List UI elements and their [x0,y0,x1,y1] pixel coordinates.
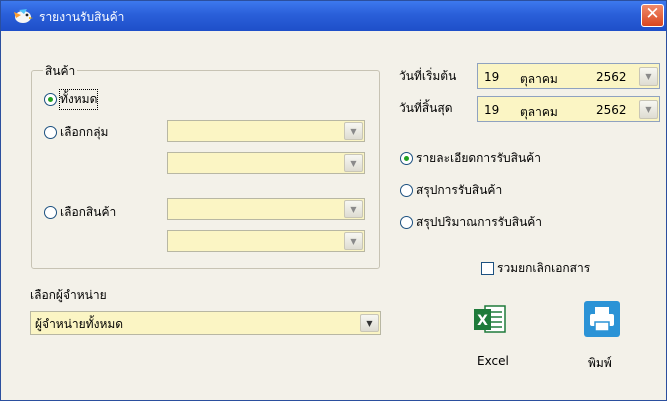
supplier-value: ผู้จำหน่ายทั้งหมด [35,317,124,331]
chevron-down-icon[interactable]: ▼ [639,100,658,119]
print-label: พิมพ์ [588,356,612,370]
end-date-label: วันที่สิ้นสุด [399,101,453,115]
end-date-picker[interactable]: 19 ตุลาคม 2562 ▼ [477,96,660,122]
radio-detail-label: รายละเอียดการรับสินค้า [416,151,541,165]
excel-button[interactable]: X Excel [471,301,521,371]
chevron-down-icon[interactable]: ▼ [344,200,363,218]
radio-group-label: เลือกกลุ่ม [60,125,109,139]
radio-select-product[interactable]: เลือกสินค้า [44,203,116,222]
chevron-down-icon[interactable]: ▼ [344,232,363,250]
radio-select-group[interactable]: เลือกกลุ่ม [44,123,108,142]
radio-detail-indicator[interactable] [400,152,413,165]
end-month: ตุลาคม [520,105,558,119]
end-year: 2562 [596,103,627,117]
print-button[interactable]: พิมพ์ [584,301,634,371]
app-bird-icon [14,9,33,23]
supplier-label: เลือกผู้จำหน่าย [30,288,107,302]
excel-icon: X [474,305,506,333]
radio-all-indicator[interactable] [44,93,57,106]
close-icon: ✕ [645,4,660,24]
group-combo-2[interactable]: ▼ [167,152,365,174]
radio-quantity-label: สรุปปริมาณการรับสินค้า [416,215,543,229]
chevron-down-icon[interactable]: ▼ [360,314,379,332]
radio-summary-label: สรุปการรับสินค้า [416,183,503,197]
product-combo-2[interactable]: ▼ [167,230,365,252]
radio-report-summary[interactable]: สรุปการรับสินค้า [400,181,502,200]
chevron-down-icon[interactable]: ▼ [639,67,658,86]
radio-product-label: เลือกสินค้า [60,205,117,219]
radio-report-quantity[interactable]: สรุปปริมาณการรับสินค้า [400,213,542,232]
start-date-picker[interactable]: 19 ตุลาคม 2562 ▼ [477,63,660,89]
checkbox-box[interactable] [481,262,494,275]
radio-summary-indicator[interactable] [400,184,413,197]
start-day: 19 [484,70,500,84]
radio-group-indicator[interactable] [44,126,57,139]
report-window: รายงานรับสินค้า ✕ สินค้า ทั้งหมด เลือกกล… [0,0,667,401]
end-day: 19 [484,103,500,117]
include-cancelled-label: รวมยกเลิกเอกสาร [497,261,591,275]
chevron-down-icon[interactable]: ▼ [344,154,363,172]
svg-text:X: X [477,313,488,329]
radio-report-detail[interactable]: รายละเอียดการรับสินค้า [400,149,541,168]
close-button[interactable]: ✕ [641,4,664,27]
radio-quantity-indicator[interactable] [400,216,413,229]
start-month: ตุลาคม [520,72,558,86]
title-bar[interactable]: รายงานรับสินค้า ✕ [1,1,666,31]
window-title: รายงานรับสินค้า [39,10,125,24]
radio-product-indicator[interactable] [44,206,57,219]
start-date-label: วันที่เริ่มต้น [399,69,457,83]
supplier-combo[interactable]: ผู้จำหน่ายทั้งหมด ▼ [30,311,381,335]
chevron-down-icon[interactable]: ▼ [344,122,363,140]
excel-label: Excel [477,354,509,368]
product-combo-1[interactable]: ▼ [167,198,365,220]
group-combo-1[interactable]: ▼ [167,120,365,142]
start-year: 2562 [596,70,627,84]
printer-icon [584,301,620,337]
radio-all-label: ทั้งหมด [58,89,99,110]
include-cancelled-checkbox[interactable]: รวมยกเลิกเอกสาร [481,259,590,278]
radio-all-products[interactable]: ทั้งหมด [44,89,99,110]
product-group-legend: สินค้า [43,62,78,81]
